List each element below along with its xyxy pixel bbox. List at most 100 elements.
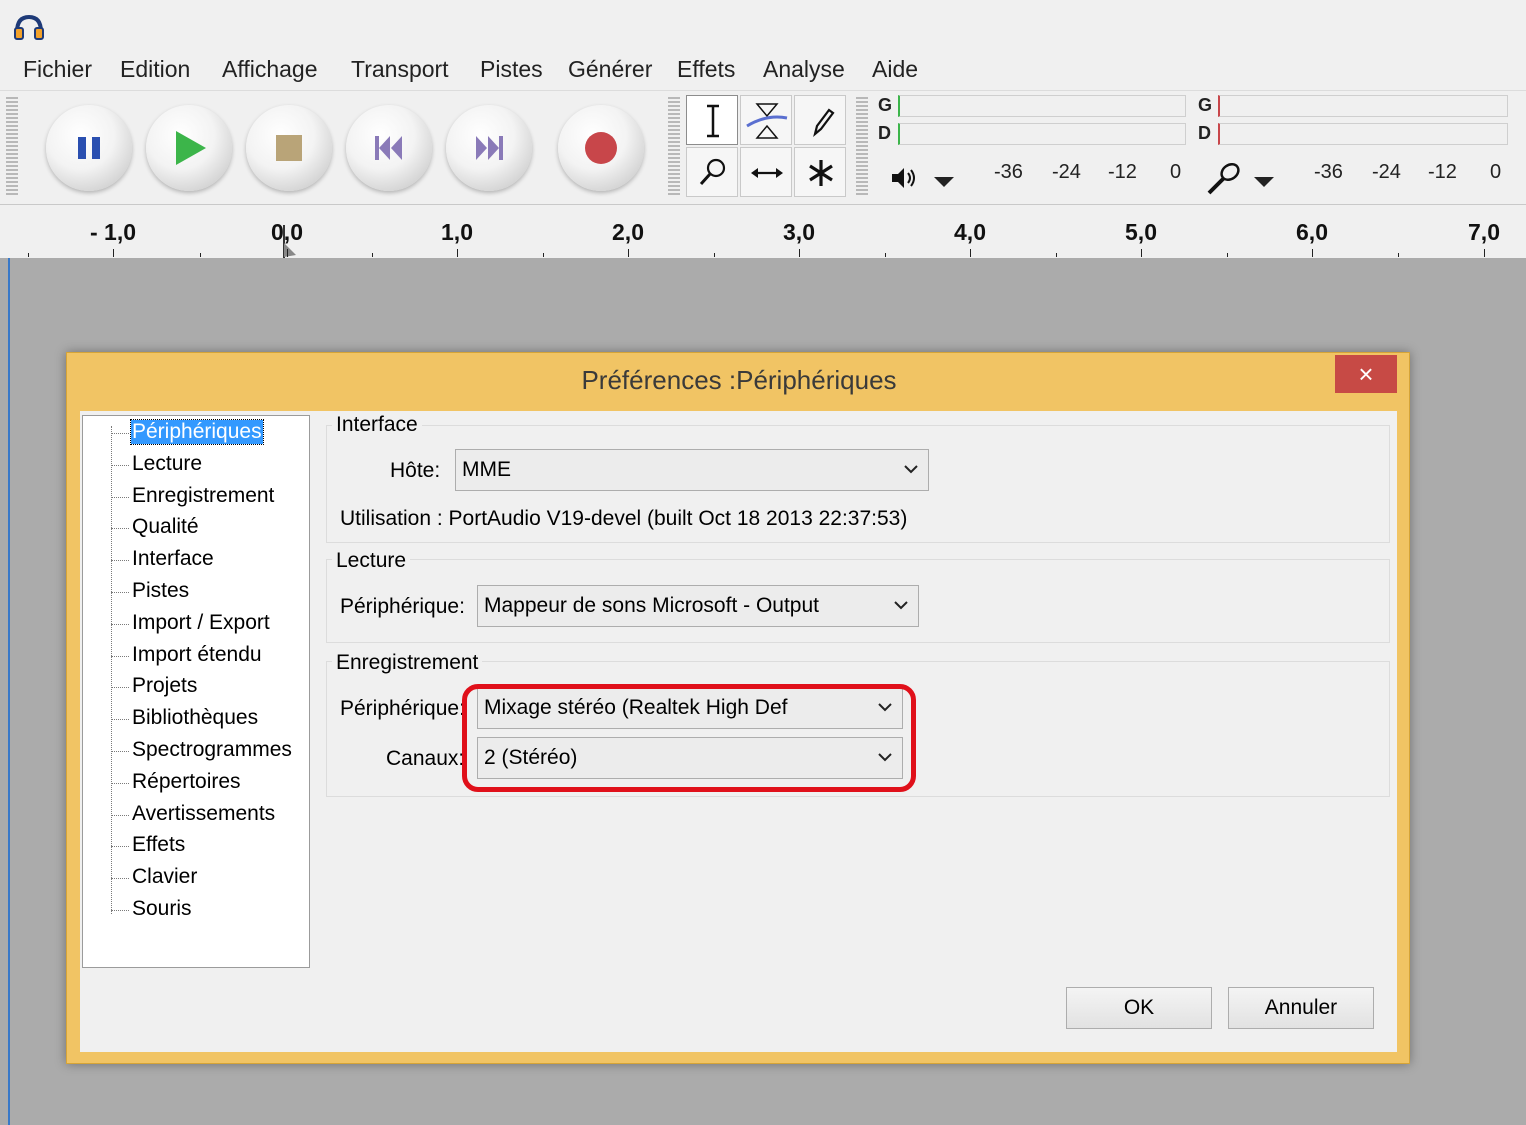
ruler-tick [457,249,458,257]
tree-line [111,910,129,911]
skip-to-end-icon [476,136,503,160]
time-shift-tool[interactable] [740,147,792,197]
tree-item[interactable]: Interface [131,547,215,571]
play-head-icon[interactable] [280,225,300,259]
stop-button[interactable] [246,105,332,191]
zoom-tool[interactable] [686,147,738,197]
toolbar-grip[interactable] [6,97,18,197]
tree-line [111,528,129,530]
tree-item[interactable]: Projets [131,674,198,698]
playback-device-select[interactable]: Mappeur de sons Microsoft - Output [477,585,919,627]
preferences-tree[interactable]: Périphériques Lecture Enregistrement Qualit… [82,415,310,968]
menu-aide[interactable]: Aide [872,56,918,83]
chevron-down-icon [904,465,918,474]
menu-generer[interactable]: Générer [568,56,652,83]
menu-pistes[interactable]: Pistes [480,56,543,83]
tree-item[interactable]: Bibliothèques [131,706,259,730]
record-icon [585,132,617,164]
chevron-down-icon [894,601,908,610]
playback-meter-left[interactable] [898,95,1186,117]
playback-device-value: Mappeur de sons Microsoft - Output [484,594,819,617]
timeline-ruler[interactable]: - 1,0 0,0 1,0 2,0 3,0 4,0 5,0 6,0 7,0 [0,204,1526,261]
pencil-icon [813,108,835,138]
ruler-tick [287,249,288,257]
ruler-tick [1484,249,1485,257]
menu-effets[interactable]: Effets [677,56,735,83]
meters-grip[interactable] [856,97,868,197]
tree-line [111,496,129,498]
ruler-tick [1312,249,1313,257]
tree-item[interactable]: Périphériques [130,419,264,445]
tree-line [111,655,129,657]
toolbar-area: G D -36 -24 -12 0 G D -36 -24 -12 0 [0,90,1526,205]
record-meter-left-label: G [1198,95,1213,115]
ruler-label: 5,0 [1125,219,1157,245]
ruler-label: 4,0 [954,219,986,245]
microphone-icon[interactable] [1204,161,1244,197]
window-titlebar [0,0,1526,50]
pause-icon [78,137,100,159]
menu-analyse[interactable]: Analyse [763,56,845,83]
record-meter-right[interactable] [1218,123,1508,145]
skip-to-start-icon [375,136,402,160]
playback-meter-right[interactable] [898,123,1186,145]
ruler-tick [1141,249,1142,257]
envelope-tool[interactable] [740,95,792,145]
tree-item[interactable]: Souris [131,897,193,921]
tree-item[interactable]: Import / Export [131,611,271,635]
tree-item[interactable]: Clavier [131,865,198,889]
recording-group-title: Enregistrement [332,651,483,675]
speaker-icon[interactable] [890,165,918,191]
record-meter-dropdown[interactable] [1254,177,1274,187]
ruler-tick [372,253,373,257]
ruler-tick [799,249,800,257]
ok-button[interactable]: OK [1066,987,1212,1029]
magnifier-icon [699,158,726,186]
tree-item[interactable]: Qualité [131,515,200,539]
tree-line [111,782,129,784]
pause-button[interactable] [46,105,132,191]
ruler-tick [628,249,629,257]
ruler-tick [713,253,715,257]
host-select[interactable]: MME [455,449,929,491]
ruler-label: 1,0 [441,219,473,245]
annotation-highlight [462,684,916,792]
tree-item[interactable]: Spectrogrammes [131,738,293,762]
menu-affichage[interactable]: Affichage [222,56,317,83]
ruler-label: - 1,0 [89,219,137,245]
dialog-title: Préférences :Périphériques [581,365,897,395]
cancel-button[interactable]: Annuler [1228,987,1374,1029]
menu-transport[interactable]: Transport [351,56,449,83]
tree-item[interactable]: Import étendu [131,643,263,667]
envelope-icon [746,103,788,139]
tree-item[interactable]: Répertoires [131,770,242,794]
ruler-tick [970,249,971,257]
ruler-tick [1226,253,1228,257]
menu-edition[interactable]: Edition [120,56,190,83]
tree-item[interactable]: Enregistrement [131,484,275,508]
menu-bar: Fichier Edition Affichage Transport Pist… [0,50,1526,90]
playback-meter-dropdown[interactable] [934,177,954,187]
play-button[interactable] [146,105,232,191]
menu-fichier[interactable]: Fichier [23,56,92,83]
tree-item[interactable]: Avertissements [131,802,276,826]
skip-end-button[interactable] [446,105,532,191]
tree-line [111,592,129,593]
ruler-tick [200,253,201,257]
selection-tool[interactable] [686,95,738,145]
record-tick: 0 [1490,161,1502,183]
tools-grip[interactable] [668,97,680,197]
channels-label: Canaux: [386,747,465,770]
tree-line [111,426,112,914]
record-button[interactable] [558,105,644,191]
tree-item[interactable]: Effets [131,833,186,857]
draw-tool[interactable] [794,95,846,145]
ruler-tick [113,249,114,257]
multi-tool[interactable] [794,147,846,197]
tree-item[interactable]: Pistes [131,579,190,603]
i-beam-icon [707,104,719,138]
close-button[interactable]: × [1335,355,1397,393]
tree-item[interactable]: Lecture [131,452,203,476]
record-meter-left[interactable] [1218,95,1508,117]
skip-start-button[interactable] [346,105,432,191]
